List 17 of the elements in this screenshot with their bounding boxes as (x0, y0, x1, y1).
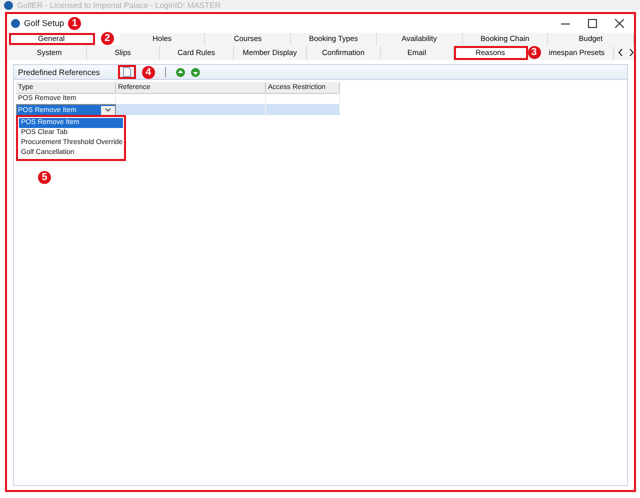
toolbar-title: Predefined References (18, 68, 100, 76)
callout-badge: 3 (528, 46, 540, 59)
callout-badge: 5 (38, 171, 51, 184)
new-button[interactable] (118, 65, 136, 79)
move-up-icon[interactable] (176, 68, 185, 76)
callout-badge: 2 (100, 32, 114, 45)
move-down-icon[interactable] (190, 68, 200, 76)
window-title: Golf Setup (24, 18, 64, 28)
close-icon[interactable] (615, 18, 624, 28)
chevron-down-icon (105, 108, 111, 112)
callout-badge: 1 (68, 16, 82, 30)
callout-badge: 4 (142, 66, 155, 78)
maximize-icon[interactable] (588, 18, 597, 28)
scroll-left-icon[interactable] (618, 49, 623, 56)
document-icon (122, 67, 131, 77)
window-title: GolfER - Licensed to Imperial Palace - LoginID: MASTER (17, 0, 221, 10)
scroll-right-icon[interactable] (629, 49, 634, 56)
